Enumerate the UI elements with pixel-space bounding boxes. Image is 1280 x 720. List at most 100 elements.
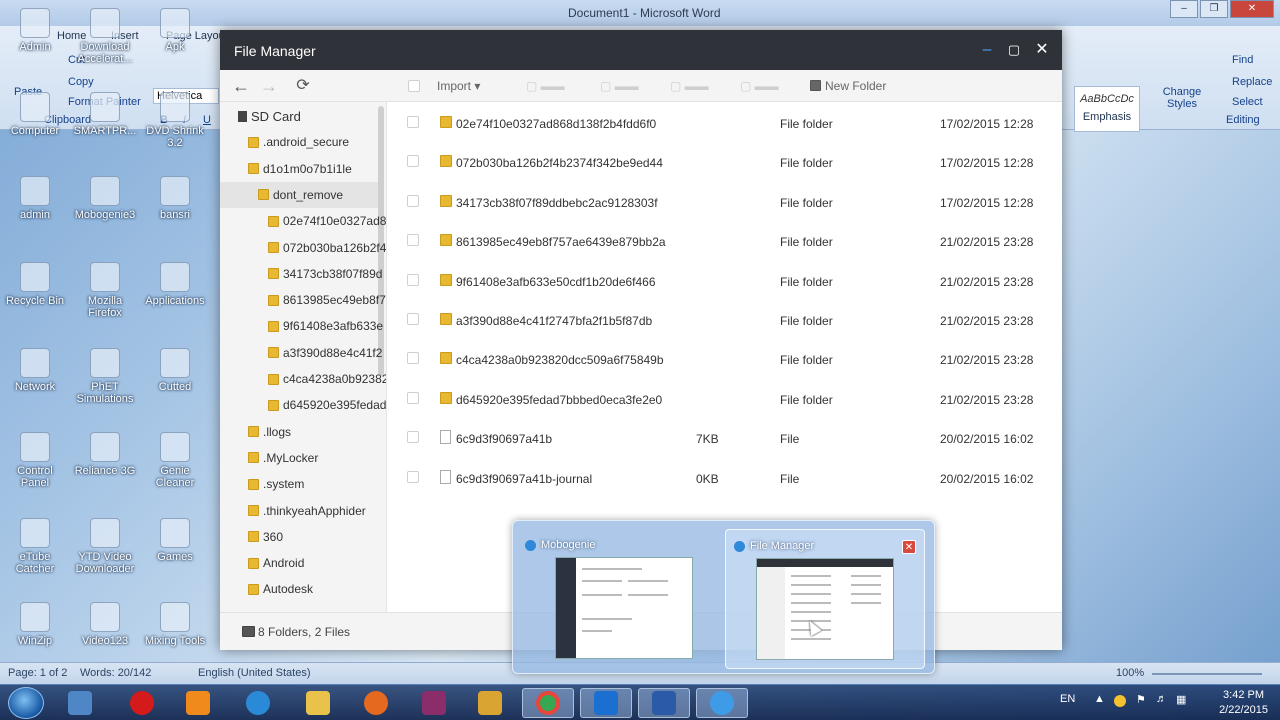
row-checkbox[interactable] [407, 391, 419, 404]
desktop-icon[interactable]: Games [142, 518, 208, 563]
taskbar-media-player[interactable] [172, 688, 224, 718]
language-indicator[interactable]: English (United States) [198, 667, 311, 679]
tree-item[interactable]: .android_secure [220, 129, 378, 155]
word-minimize-button[interactable]: – [1170, 0, 1198, 18]
file-row[interactable]: 8613985ec49eb8f757ae6439e879bb2a File fol… [388, 221, 1062, 260]
minimize-icon[interactable]: – [977, 40, 997, 60]
tree-item[interactable]: a3f390d88e4c41f2 [220, 340, 382, 366]
forward-arrow-icon[interactable]: → [258, 75, 280, 97]
desktop-icon[interactable]: Mozilla Firefox [72, 262, 138, 319]
desktop-icon[interactable]: Apk [142, 8, 208, 53]
tree-item[interactable]: 02e74f10e0327ad8 [220, 208, 386, 234]
row-checkbox[interactable] [407, 273, 419, 286]
file-row[interactable]: 6c9d3f90697a41b 7KB File 20/02/2015 16:02 [388, 418, 1062, 457]
tree-item[interactable]: 9f61408e3afb633e [220, 313, 383, 339]
word-count[interactable]: Words: 20/142 [80, 667, 151, 679]
tree-item[interactable]: Android [220, 550, 378, 576]
replace-button[interactable]: Replace [1232, 76, 1272, 88]
taskbar-firefox[interactable] [350, 688, 402, 718]
file-row[interactable]: c4ca4238a0b923820dcc509a6f75849b File fol… [388, 339, 1062, 378]
desktop-icon[interactable]: Recycle Bin [2, 262, 68, 307]
tree-item[interactable]: c4ca4238a0b92382 [220, 366, 386, 392]
desktop-icon[interactable]: Download Accelerat... [72, 8, 138, 65]
taskbar-folder[interactable] [292, 688, 344, 718]
desktop-icon[interactable]: eTube Catcher [2, 518, 68, 575]
zoom-level[interactable]: 100% [1116, 667, 1144, 679]
refresh-icon[interactable]: ⟳ [292, 75, 314, 97]
desktop-icon[interactable]: admin [2, 176, 68, 221]
word-close-button[interactable]: ✕ [1230, 0, 1274, 18]
flag-icon[interactable]: ⚑ [1136, 693, 1146, 706]
tree-item[interactable]: 34173cb38f07f89d [220, 261, 382, 287]
tree-item[interactable]: 072b030ba126b2f4 [220, 235, 386, 261]
new-folder-button[interactable]: New Folder [810, 79, 886, 93]
tree-item[interactable]: .system [220, 471, 378, 497]
taskbar-mobogenie[interactable] [696, 688, 748, 718]
taskbar-archive[interactable] [464, 688, 516, 718]
desktop-icon[interactable]: Mixing Tools [142, 602, 208, 647]
tree-item[interactable]: d645920e395fedad [220, 392, 386, 418]
close-icon[interactable]: ✕ [1032, 40, 1052, 60]
style-emphasis[interactable]: AaBbCcDc Emphasis [1074, 86, 1140, 132]
row-checkbox[interactable] [407, 470, 419, 483]
row-checkbox[interactable] [407, 352, 419, 365]
select-all-checkbox[interactable] [408, 80, 420, 92]
taskbar-teamviewer[interactable] [580, 688, 632, 718]
preview-close-icon[interactable]: ✕ [902, 540, 916, 554]
desktop-icon[interactable]: PhET Simulations [72, 348, 138, 405]
tree-item[interactable]: .llogs [220, 419, 378, 445]
row-checkbox[interactable] [407, 194, 419, 207]
file-row[interactable]: 34173cb38f07f89ddbebc2ac9128303f File fol… [388, 182, 1062, 221]
word-restore-button[interactable]: ❐ [1200, 0, 1228, 18]
find-button[interactable]: Find [1232, 54, 1253, 66]
desktop-icon[interactable]: Cutted [142, 348, 208, 393]
tree-item[interactable]: .thinkyeahApphider [220, 498, 378, 524]
delete-icon-button[interactable]: ▢ ▬▬ [740, 79, 779, 93]
desktop-icon[interactable]: SMARTPR... [72, 92, 138, 137]
desktop-icon[interactable]: WinZip [2, 602, 68, 647]
tree-item[interactable]: .MyLocker [220, 445, 378, 471]
desktop-icon[interactable]: Video123 [72, 602, 138, 647]
desktop-icon[interactable]: Control Panel [2, 432, 68, 489]
select-button[interactable]: Select [1232, 96, 1263, 108]
desktop-icon[interactable]: Reliance 3G [72, 432, 138, 477]
taskbar-winrar[interactable] [408, 688, 460, 718]
maximize-icon[interactable]: ▢ [1004, 40, 1024, 60]
taskbar-opera[interactable] [116, 688, 168, 718]
input-language[interactable]: EN [1060, 693, 1075, 705]
desktop-icon[interactable]: YTD Video Downloader [72, 518, 138, 575]
page-count[interactable]: Page: 1 of 2 [8, 667, 67, 679]
taskbar-word[interactable] [638, 688, 690, 718]
desktop-icon[interactable]: DVD Shrink 3.2 [142, 92, 208, 149]
file-row[interactable]: 072b030ba126b2f4b2374f342be9ed44 File fol… [388, 142, 1062, 181]
copy-icon-button[interactable]: ▢ ▬▬ [600, 79, 639, 93]
zoom-slider[interactable] [1152, 673, 1262, 675]
row-checkbox[interactable] [407, 155, 419, 168]
row-checkbox[interactable] [407, 234, 419, 247]
change-styles-button[interactable]: Change Styles [1162, 86, 1202, 110]
file-row[interactable]: 02e74f10e0327ad868d138f2b4fdd6f0 File fol… [388, 103, 1062, 142]
tree-item[interactable]: 8613985ec49eb8f7 [220, 287, 386, 313]
file-row[interactable]: a3f390d88e4c41f2747bfa2f1b5f87db File fol… [388, 300, 1062, 339]
file-manager-titlebar[interactable]: File Manager – ▢ ✕ [220, 30, 1062, 70]
row-checkbox[interactable] [407, 116, 419, 128]
desktop-icon[interactable]: Computer [2, 92, 68, 137]
desktop-icon[interactable]: Mobogenie3 [72, 176, 138, 221]
tree-item[interactable]: Autodesk [220, 576, 378, 602]
copy-button[interactable]: Copy [68, 76, 94, 88]
tree-item[interactable]: d1o1m0o7b1i1le [220, 156, 378, 182]
show-hidden-icons-icon[interactable]: ▲ [1094, 693, 1105, 705]
taskbar-computer[interactable] [54, 688, 106, 718]
taskbar-internet-explorer[interactable] [232, 688, 284, 718]
row-checkbox[interactable] [407, 313, 419, 325]
file-row[interactable]: 6c9d3f90697a41b-journal 0KB File 20/02/2015… [388, 458, 1062, 497]
row-checkbox[interactable] [407, 431, 419, 444]
preview-mobogenie[interactable]: Mobogenie [517, 529, 717, 669]
file-row[interactable]: 9f61408e3afb633e50cdf1b20de6f466 File fol… [388, 261, 1062, 300]
import-button[interactable]: Import ▾ [437, 79, 480, 93]
desktop-icon[interactable]: Genie Cleaner [142, 432, 208, 489]
network-icon[interactable]: ▦ [1176, 693, 1186, 706]
file-row[interactable]: d645920e395fedad7bbbed0eca3fe2e0 File fol… [388, 379, 1062, 418]
cut-icon-button[interactable]: ▢ ▬▬ [670, 79, 709, 93]
desktop-icon[interactable]: bansri [142, 176, 208, 221]
